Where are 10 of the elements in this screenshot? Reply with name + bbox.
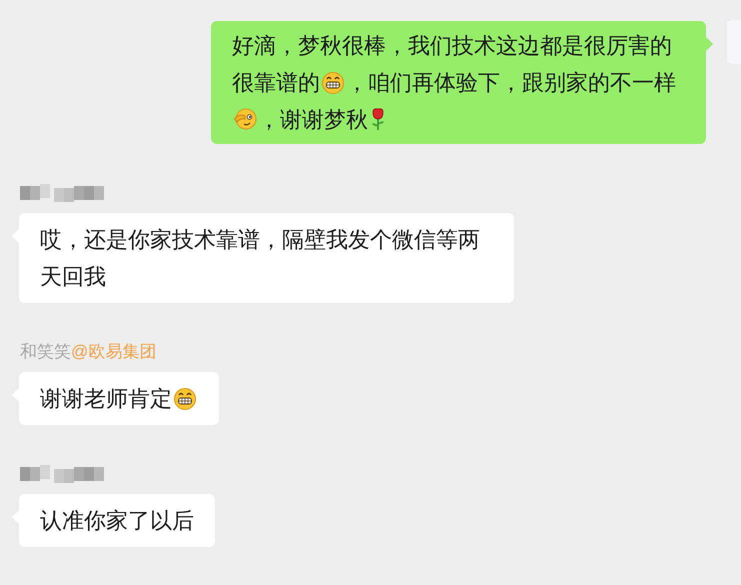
message-text: 好滴，梦秋很棒，我们技术这边都是很厉害的很靠谱的 ，咱们再体验下，跟别家的不一样 ，谢谢梦秋	[232, 32, 677, 134]
message-text: 认准你家了以后	[40, 507, 194, 535]
message-text: 谢谢老师肯定	[40, 380, 198, 417]
grinning-face-icon	[173, 386, 197, 410]
message-text: 哎，还是你家技术靠谱，隔壁我发个微信等两天回我	[40, 226, 481, 291]
grinning-face-icon	[321, 70, 345, 94]
saluting-face-icon	[233, 107, 257, 131]
sender-name: 和笑笑	[20, 341, 71, 363]
rose-icon	[369, 107, 387, 131]
mention-link[interactable]: @欧易集团	[71, 341, 156, 363]
